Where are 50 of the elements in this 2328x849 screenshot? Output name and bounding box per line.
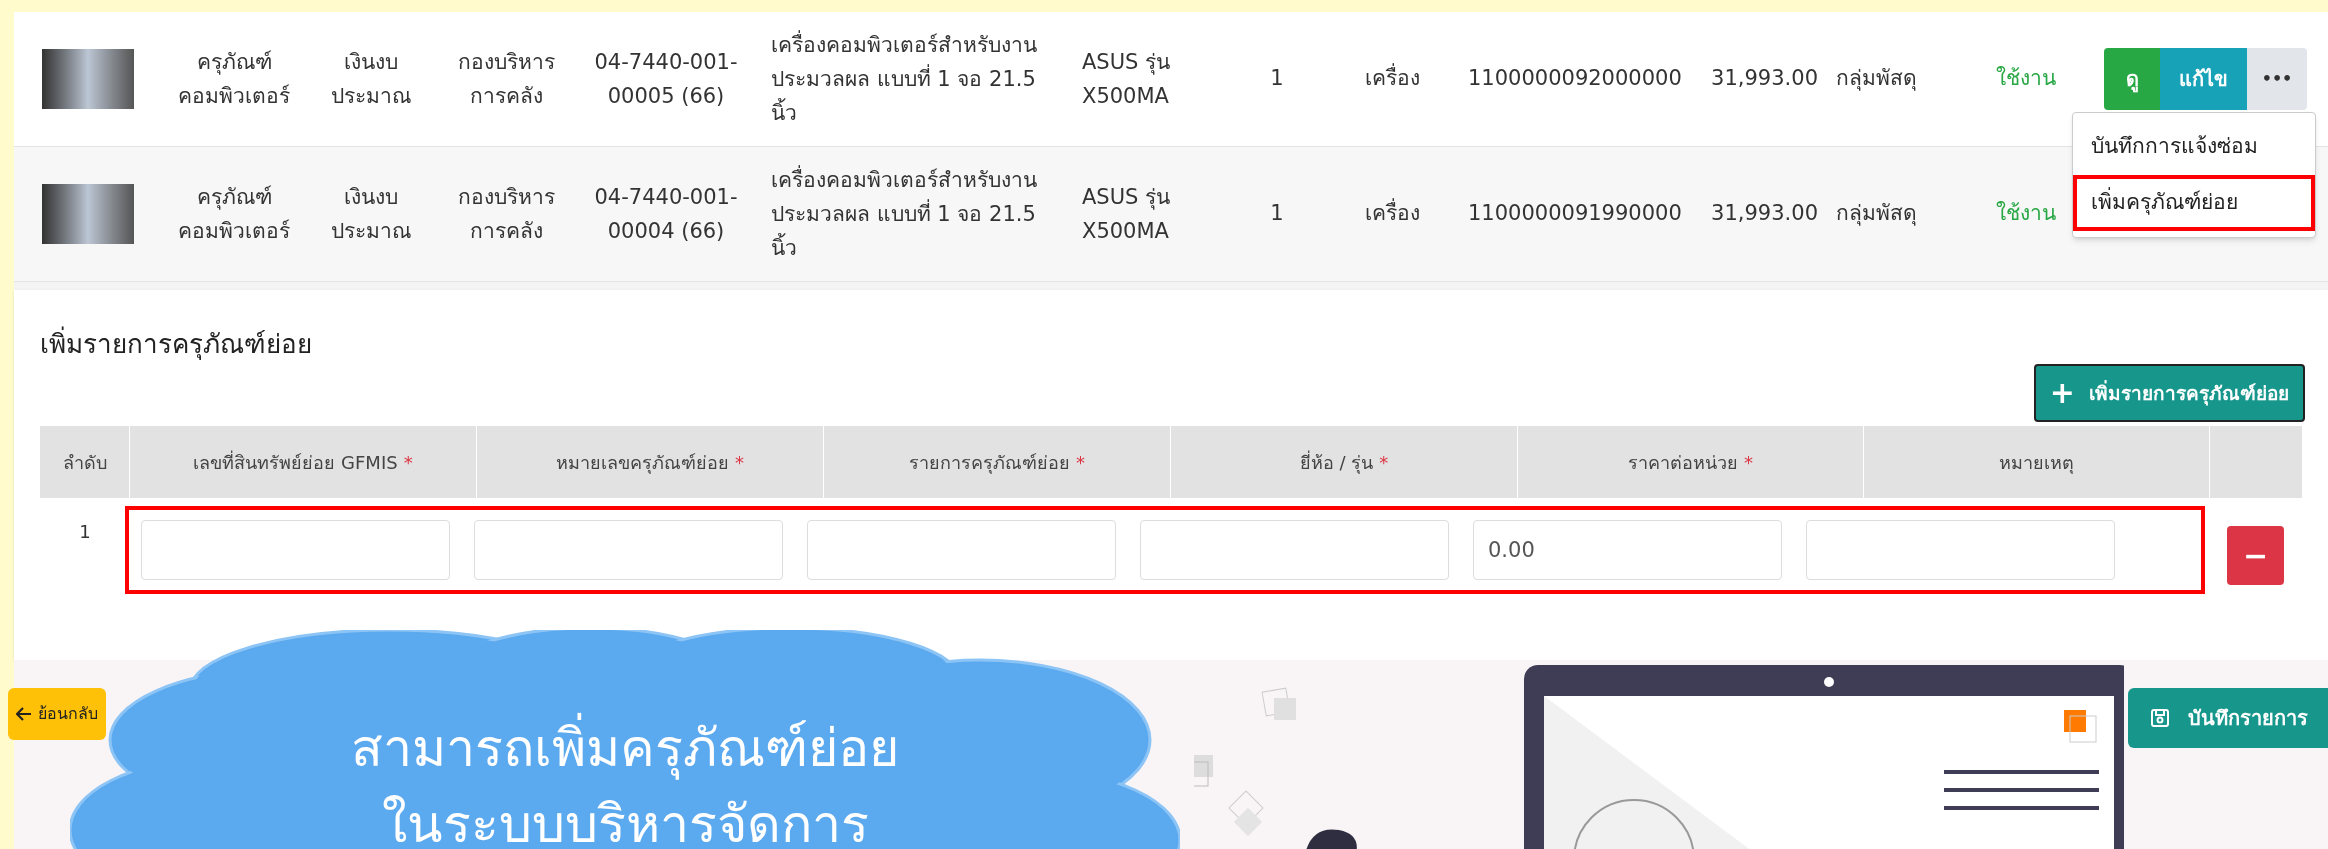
brand-cell-text: ASUS รุ่น X500MA — [1082, 184, 1172, 245]
unit-cell: เครื่อง — [1352, 63, 1432, 95]
owner-cell-text: กลุ่มพัสดุ — [1836, 65, 1918, 93]
menu-item[interactable]: เพิ่มครุภัณฑ์ย่อย — [2073, 175, 2315, 231]
status-text: ใช้งาน — [1996, 200, 2057, 228]
add-item-button[interactable]: + เพิ่มรายการครุภัณฑ์ย่อย — [2033, 364, 2305, 422]
budget-cell-text: เงินงบ ประมาณ — [330, 184, 412, 245]
department-cell-text: กองบริหาร การคลัง — [456, 49, 556, 110]
text-input[interactable] — [1140, 520, 1449, 580]
text-input[interactable] — [1806, 520, 2115, 580]
row-number: 1 — [78, 520, 92, 544]
text-input[interactable] — [474, 520, 783, 580]
menu-item[interactable]: บันทึกการแจ้งซ่อม — [2073, 119, 2315, 175]
column-header: ยี่ห้อ / รุ่น * — [1171, 426, 1518, 498]
text-input[interactable] — [807, 520, 1116, 580]
asset-number-cell-text: 04-7440-001- 00004 (66) — [593, 184, 739, 245]
department-cell-text: กองบริหาร การคลัง — [456, 184, 556, 245]
price-cell-text: 31,993.00 — [1710, 65, 1818, 93]
remove-button[interactable]: − — [2227, 526, 2284, 585]
column-header: ลำดับ — [40, 426, 130, 498]
price-input[interactable]: 0.00 — [1473, 520, 1782, 580]
gfmis-cell-text: 1100000091990000 — [1468, 200, 1683, 228]
quantity-cell-text: 1 — [1269, 200, 1285, 228]
column-header: หมายเหตุ — [1864, 426, 2210, 498]
text-input[interactable] — [141, 520, 450, 580]
owner-cell-text: กลุ่มพัสดุ — [1836, 200, 1918, 228]
column-header: ราคาต่อหน่วย * — [1518, 426, 1864, 498]
unit-cell: เครื่อง — [1352, 198, 1432, 230]
caption-text: สามารถเพิ่มครุภัณฑ์ย่อย — [351, 710, 899, 786]
budget-cell-text: เงินงบ ประมาณ — [330, 49, 412, 110]
gfmis-cell-text: 1100000092000000 — [1468, 65, 1683, 93]
form-title: เพิ่มรายการครุภัณฑ์ย่อย — [40, 325, 312, 362]
description-cell: เครื่องคอมพิวเตอร์สำหรับงาน ประมวลผล แบบที่ 1 จอ 21.5 นิ้ว — [771, 163, 1056, 265]
caption-text: ในระบบบริหารจัดการ — [381, 793, 869, 849]
back-button[interactable]: ย้อนกลับ — [8, 688, 106, 740]
more-button[interactable]: ••• — [2247, 48, 2307, 110]
left-arrow-icon — [16, 707, 32, 721]
description-cell: เครื่องคอมพิวเตอร์สำหรับงาน ประมวลผล แบบที่ 1 จอ 21.5 นิ้ว — [771, 28, 1056, 130]
price-cell-text: 31,993.00 — [1710, 200, 1818, 228]
column-header: เลขที่สินทรัพย์ย่อย GFMIS * — [130, 426, 477, 498]
column-header: หมายเลขครุภัณฑ์ย่อย * — [477, 426, 824, 498]
category-cell-text: ครุภัณฑ์ คอมพิวเตอร์ — [177, 49, 291, 110]
brand-cell-text: ASUS รุ่น X500MA — [1082, 49, 1172, 110]
category-cell-text: ครุภัณฑ์ คอมพิวเตอร์ — [177, 184, 291, 245]
asset-number-cell-text: 04-7440-001- 00005 (66) — [593, 49, 739, 110]
plus-icon: + — [2049, 378, 2075, 408]
status-text: ใช้งาน — [1996, 65, 2057, 93]
quantity-cell-text: 1 — [1269, 65, 1285, 93]
column-header: รายการครุภัณฑ์ย่อย * — [824, 426, 1171, 498]
save-button[interactable]: บันทึกรายการ — [2128, 688, 2328, 748]
